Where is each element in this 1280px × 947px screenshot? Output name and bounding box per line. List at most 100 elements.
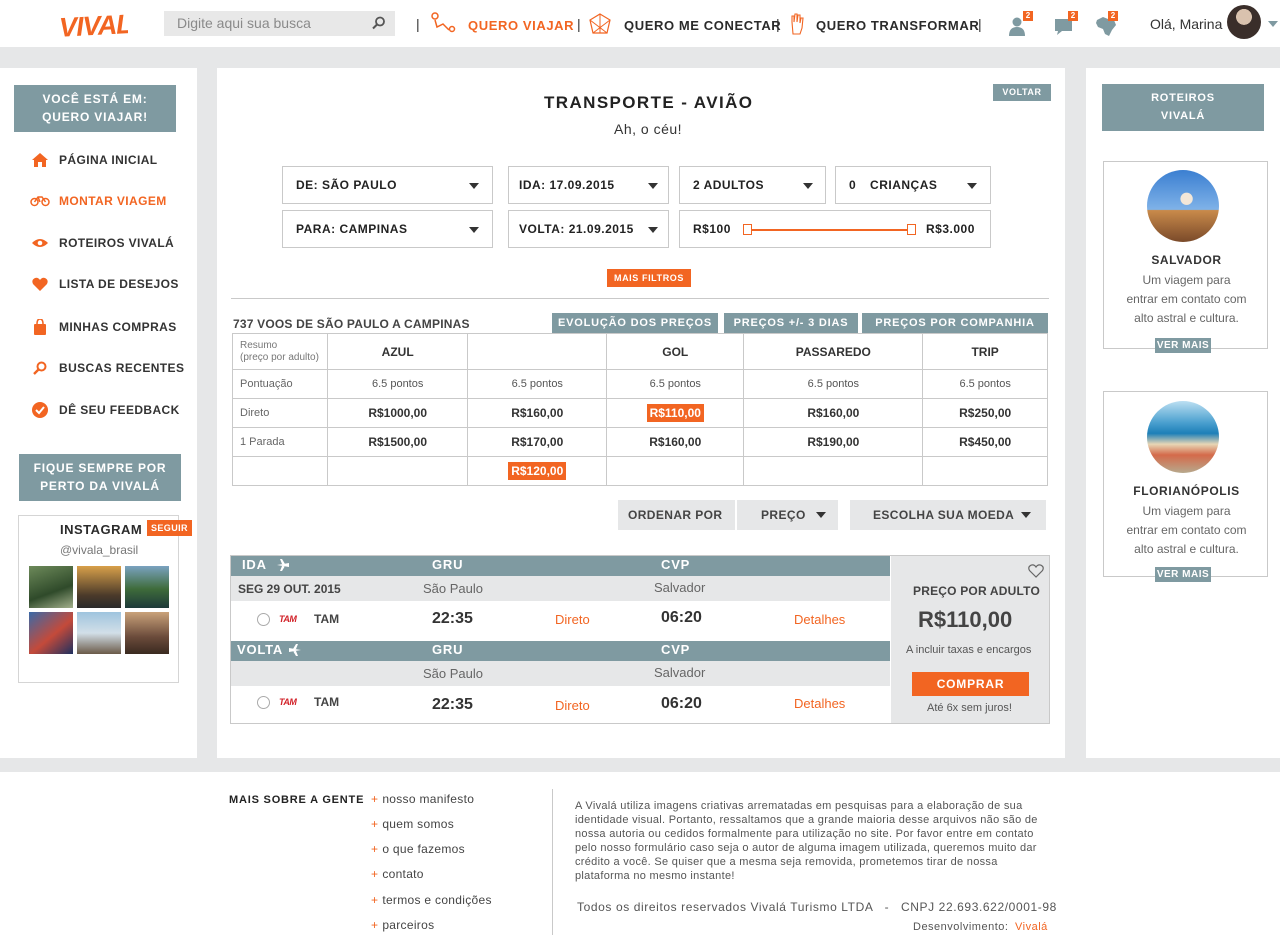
messages-icon[interactable]: 2 bbox=[1054, 11, 1078, 41]
follow-title-line2: PERTO DA VIVALÁ bbox=[40, 479, 160, 493]
divider bbox=[231, 298, 1049, 299]
table-cell[interactable]: R$190,00 bbox=[743, 427, 924, 457]
price-min-handle[interactable] bbox=[743, 224, 752, 235]
price-max-handle[interactable] bbox=[907, 224, 916, 235]
airline-header[interactable] bbox=[467, 333, 608, 370]
adults-select[interactable]: 2 ADULTOS bbox=[679, 166, 826, 204]
menu-label: PÁGINA INICIAL bbox=[59, 153, 158, 167]
tab-precos-3-dias[interactable]: PREÇOS +/- 3 DIAS bbox=[724, 313, 858, 333]
city-desc-line: alto astral e cultura. bbox=[1134, 311, 1239, 325]
table-cell[interactable]: R$160,00 bbox=[467, 398, 608, 428]
to-select[interactable]: PARA: CAMPINAS bbox=[282, 210, 493, 248]
ver-mais-button[interactable]: VER MAIS bbox=[1155, 338, 1211, 353]
outbound-radio[interactable] bbox=[257, 613, 270, 626]
inbound-radio[interactable] bbox=[257, 696, 270, 709]
menu-item-buscas-recentes[interactable]: BUSCAS RECENTES bbox=[30, 361, 184, 375]
table-cell[interactable]: R$450,00 bbox=[922, 427, 1048, 457]
airline-header[interactable]: TRIP bbox=[922, 333, 1048, 370]
return-date-select[interactable]: VOLTA: 21.09.2015 bbox=[508, 210, 669, 248]
back-button[interactable]: VOLTAR bbox=[993, 84, 1051, 101]
chevron-down-icon[interactable] bbox=[1268, 21, 1278, 27]
top-header: VIVALÁ Digite aqui sua busca | QUERO VIA… bbox=[0, 0, 1280, 47]
table-cell[interactable]: R$160,00 bbox=[743, 398, 924, 428]
city-card-salvador[interactable]: SALVADOR Um viagem para entrar em contat… bbox=[1103, 161, 1268, 353]
instagram-photo[interactable] bbox=[29, 612, 73, 654]
table-cell bbox=[922, 456, 1048, 486]
lowest-price-highlight[interactable]: R$120,00 bbox=[508, 462, 567, 480]
table-cell[interactable]: R$1500,00 bbox=[326, 427, 469, 457]
instagram-photo[interactable] bbox=[77, 566, 121, 608]
nav-separator: | bbox=[416, 16, 420, 32]
profile-badge: 2 bbox=[1023, 11, 1033, 21]
sort-select[interactable]: PREÇO bbox=[737, 500, 838, 530]
nav-quero-transformar[interactable]: QUERO TRANSFORMAR bbox=[816, 18, 979, 33]
search-input[interactable]: Digite aqui sua busca bbox=[164, 11, 395, 36]
inbound-flight-row[interactable]: TAM TAM 22:35 Direto 06:20 Detalhes bbox=[231, 686, 890, 725]
tab-evolucao-precos[interactable]: EVOLUÇÃO DOS PREÇOS bbox=[552, 313, 718, 333]
from-select[interactable]: DE: SÃO PAULO bbox=[282, 166, 493, 204]
tab-precos-companhia[interactable]: PREÇOS POR COMPANHIA bbox=[862, 313, 1048, 333]
currency-select[interactable]: ESCOLHA SUA MOEDA bbox=[850, 500, 1046, 530]
table-cell[interactable]: R$160,00 bbox=[606, 427, 745, 457]
profile-icon[interactable]: 2 bbox=[1008, 11, 1033, 41]
user-greeting[interactable]: Olá, Marina bbox=[1150, 16, 1222, 32]
chevron-down-icon bbox=[469, 183, 479, 189]
search-icon[interactable] bbox=[372, 16, 386, 33]
footer-link[interactable]: + quem somos bbox=[371, 817, 454, 831]
table-cell[interactable]: R$1000,00 bbox=[326, 398, 469, 428]
footer-link[interactable]: + parceiros bbox=[371, 918, 434, 932]
city-name: FLORIANÓPOLIS bbox=[1133, 484, 1240, 498]
outbound-date: SEG 29 OUT. 2015 bbox=[238, 582, 341, 596]
instagram-photo[interactable] bbox=[125, 566, 169, 608]
footer-dev-link[interactable]: Vivalá bbox=[1015, 921, 1048, 933]
menu-item-lista-de-desejos[interactable]: LISTA DE DESEJOS bbox=[30, 277, 179, 291]
table-cell[interactable]: R$170,00 bbox=[467, 427, 608, 457]
table-cell[interactable]: R$110,00 bbox=[606, 398, 745, 428]
lowest-price-highlight[interactable]: R$110,00 bbox=[646, 404, 704, 422]
inbound-to-code: CVP bbox=[661, 642, 691, 657]
more-filters-button[interactable]: MAIS FILTROS bbox=[607, 269, 691, 287]
eye-icon bbox=[30, 238, 50, 248]
airline-header[interactable]: PASSAREDO bbox=[743, 333, 924, 370]
buy-button[interactable]: COMPRAR bbox=[912, 672, 1029, 696]
instagram-follow-button[interactable]: SEGUIR bbox=[147, 520, 192, 536]
airline-header[interactable]: GOL bbox=[606, 333, 745, 370]
menu-item-pagina-inicial[interactable]: PÁGINA INICIAL bbox=[30, 153, 158, 167]
depart-date-select[interactable]: IDA: 17.09.2015 bbox=[508, 166, 669, 204]
footer-heading: MAIS SOBRE A GENTE bbox=[229, 794, 365, 806]
instagram-photo[interactable] bbox=[29, 566, 73, 608]
vivala-logo[interactable]: VIVALÁ bbox=[58, 4, 151, 43]
table-cell[interactable]: R$120,00 bbox=[467, 456, 608, 486]
menu-item-roteiros-vivala[interactable]: ROTEIROS VIVALÁ bbox=[30, 236, 174, 250]
outbound-flight-row[interactable]: TAM TAM 22:35 Direto 06:20 Detalhes bbox=[231, 601, 890, 640]
menu-item-de-seu-feedback[interactable]: DÊ SEU FEEDBACK bbox=[30, 402, 180, 418]
table-cell: 6.5 pontos bbox=[606, 369, 745, 399]
city-card-florianopolis[interactable]: FLORIANÓPOLIS Um viagem para entrar em c… bbox=[1103, 391, 1268, 582]
children-select[interactable]: 0 CRIANÇAS bbox=[835, 166, 991, 204]
inbound-to-city: Salvador bbox=[654, 665, 706, 680]
nav-separator: | bbox=[978, 16, 982, 32]
instagram-photo[interactable] bbox=[125, 612, 169, 654]
nav-quero-viajar[interactable]: QUERO VIAJAR bbox=[468, 18, 574, 33]
heart-outline-icon[interactable] bbox=[1028, 564, 1044, 583]
outbound-details-link[interactable]: Detalhes bbox=[794, 612, 845, 627]
instagram-photo[interactable] bbox=[77, 612, 121, 654]
footer-link[interactable]: + contato bbox=[371, 867, 424, 881]
price-label: PREÇO POR ADULTO bbox=[913, 584, 1040, 598]
avatar[interactable] bbox=[1227, 5, 1261, 39]
footer-link[interactable]: + nosso manifesto bbox=[371, 792, 474, 806]
ver-mais-button[interactable]: VER MAIS bbox=[1155, 567, 1211, 582]
airline-header[interactable]: AZUL bbox=[326, 333, 469, 370]
table-cell[interactable]: R$250,00 bbox=[922, 398, 1048, 428]
menu-item-montar-viagem[interactable]: MONTAR VIAGEM bbox=[30, 194, 167, 208]
menu-item-minhas-compras[interactable]: MINHAS COMPRAS bbox=[30, 319, 177, 335]
nav-quero-me-conectar[interactable]: QUERO ME CONECTAR bbox=[624, 18, 781, 33]
location-box: VOCÊ ESTÁ EM: QUERO VIAJAR! bbox=[14, 85, 176, 132]
footer-link[interactable]: + termos e condições bbox=[371, 893, 492, 907]
city-name: SALVADOR bbox=[1151, 253, 1222, 267]
price-min: R$100 bbox=[693, 222, 731, 236]
row-label: Pontuação bbox=[232, 369, 328, 399]
inbound-details-link[interactable]: Detalhes bbox=[794, 696, 845, 711]
footer-link[interactable]: + o que fazemos bbox=[371, 842, 465, 856]
brazil-map-icon[interactable]: 2 bbox=[1094, 11, 1118, 43]
